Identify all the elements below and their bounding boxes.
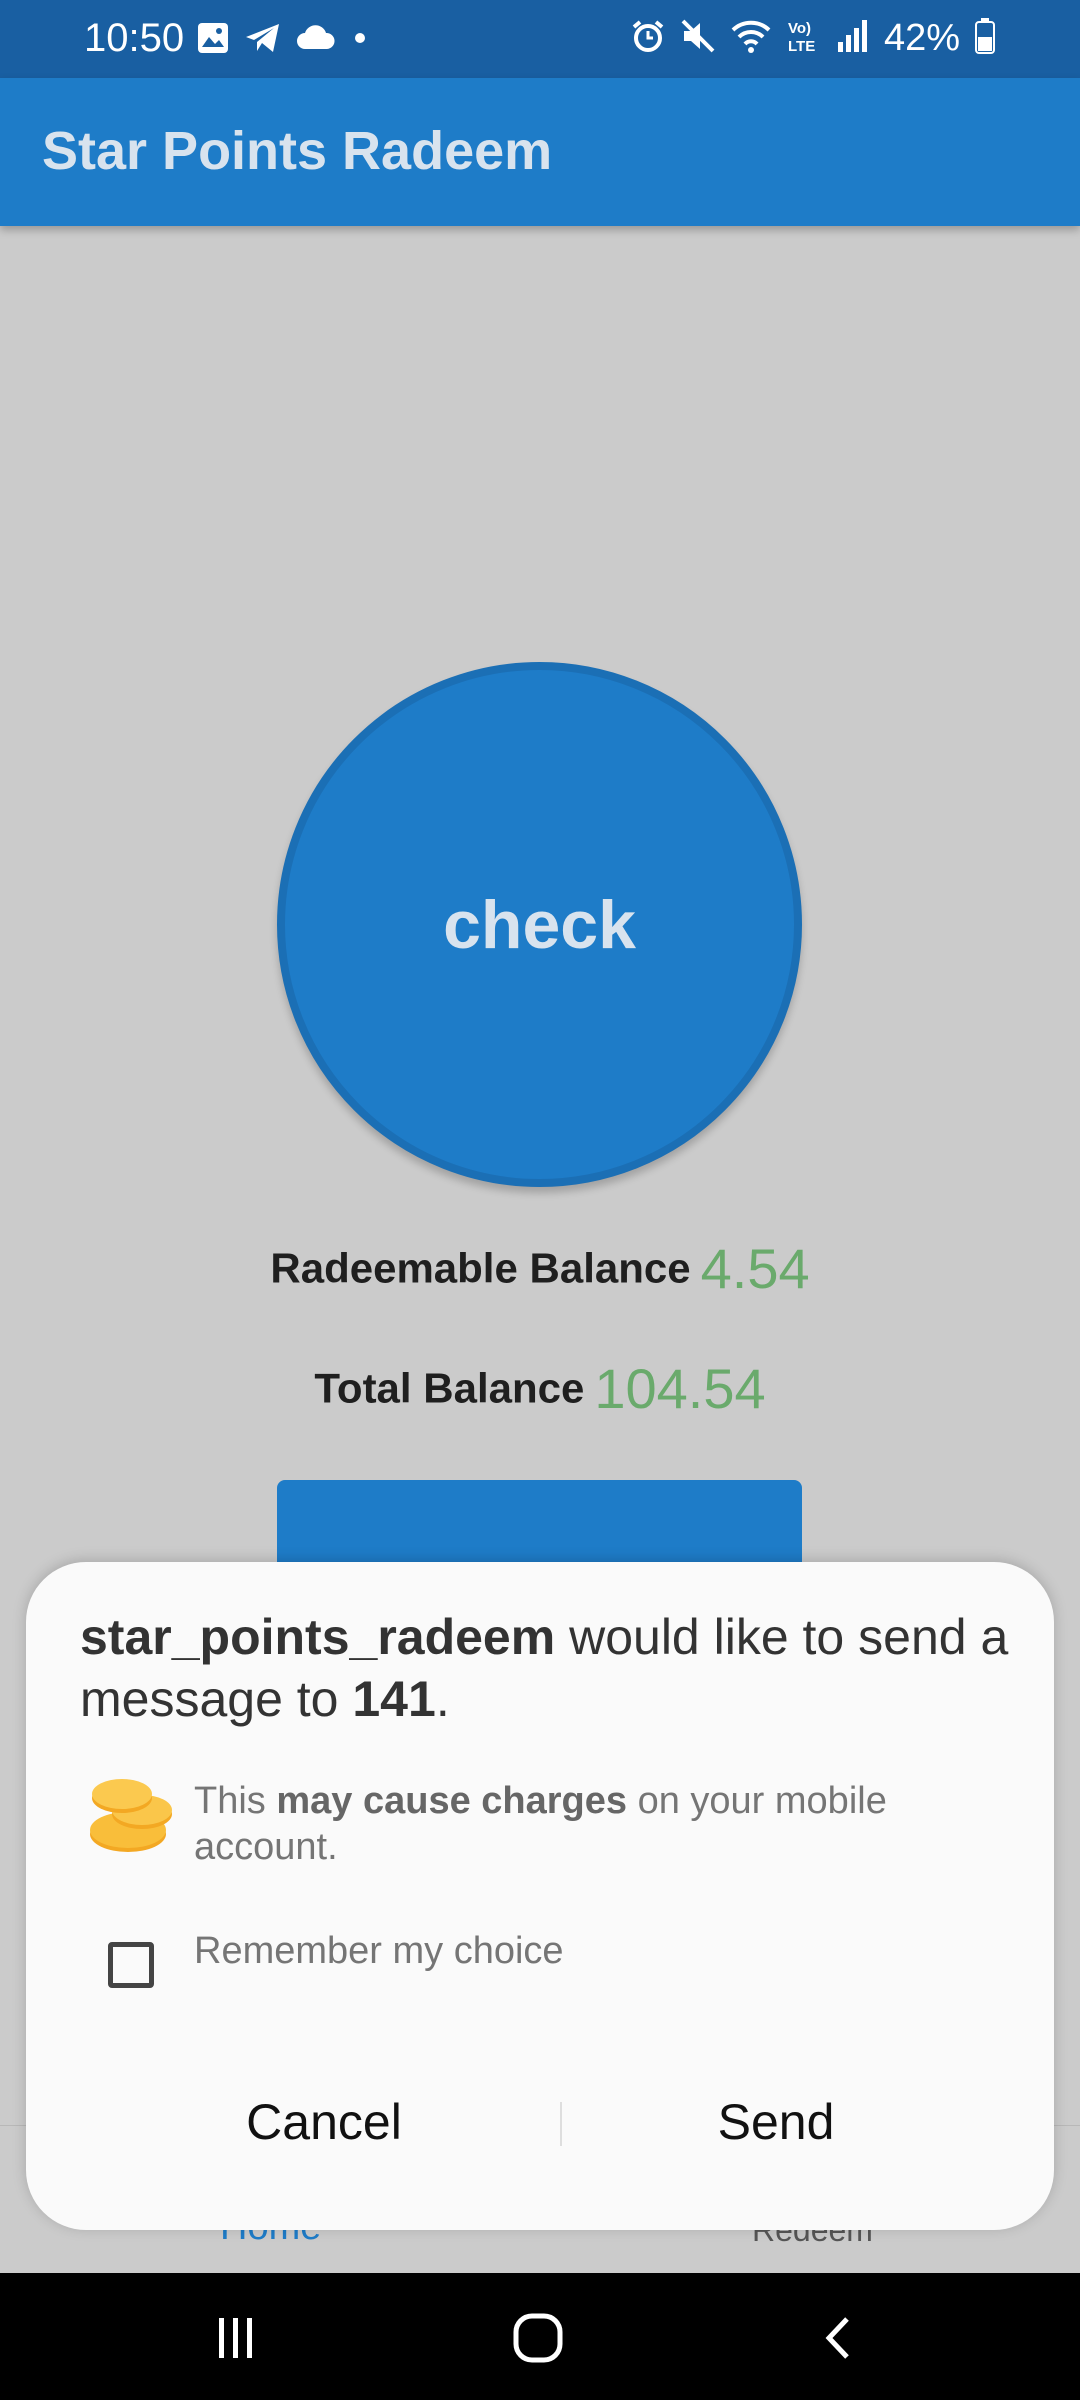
- signal-icon: [836, 18, 870, 59]
- dialog-message: star_points_radeem would like to send a …: [80, 1606, 1010, 1730]
- remember-choice-label[interactable]: Remember my choice: [194, 1928, 564, 1974]
- back-button[interactable]: [800, 2303, 880, 2373]
- app-bar: Star Points Radeem: [0, 78, 1080, 226]
- wifi-icon: [730, 18, 772, 59]
- remember-choice-checkbox[interactable]: [108, 1942, 154, 1988]
- charges-bold: may cause charges: [276, 1780, 628, 1822]
- recents-icon: [219, 2318, 252, 2358]
- cancel-button[interactable]: Cancel: [124, 2082, 524, 2162]
- button-divider: [560, 2102, 562, 2146]
- cloud-icon: [296, 23, 336, 58]
- mute-icon: [680, 18, 716, 59]
- status-bar: 10:50 Vo) LTE 42%: [0, 0, 1080, 78]
- gallery-icon: [196, 21, 230, 60]
- status-left-icons: [196, 20, 370, 60]
- system-nav-bar: [0, 2273, 1080, 2400]
- dialog-msg-end: .: [435, 1671, 450, 1727]
- charges-warning: This may cause charges on your mobile ac…: [194, 1778, 1024, 1870]
- home-button[interactable]: [498, 2303, 578, 2373]
- total-balance-row: Total Balance 104.54: [0, 1356, 1080, 1421]
- telegram-icon: [244, 21, 282, 60]
- redeemable-balance-row: Radeemable Balance 4.54: [0, 1236, 1080, 1301]
- send-button[interactable]: Send: [576, 2082, 976, 2162]
- recent-apps-button[interactable]: [196, 2303, 276, 2373]
- dialog-recipient: 141: [352, 1671, 436, 1727]
- charges-prefix: This: [194, 1780, 277, 1822]
- status-time: 10:50: [84, 16, 185, 60]
- svg-text:LTE: LTE: [788, 38, 815, 55]
- redeemable-balance-value: 4.54: [700, 1237, 810, 1300]
- redeemable-balance-label: Radeemable Balance: [270, 1244, 691, 1292]
- svg-text:Vo): Vo): [788, 20, 811, 37]
- total-balance-label: Total Balance: [314, 1364, 585, 1412]
- total-balance-value: 104.54: [594, 1357, 766, 1420]
- back-icon: [825, 2317, 849, 2359]
- battery-percent: 42%: [883, 17, 960, 59]
- check-button[interactable]: check: [277, 662, 802, 1187]
- dialog-app-name: star_points_radeem: [80, 1609, 556, 1665]
- sms-permission-dialog: star_points_radeem would like to send a …: [26, 1562, 1054, 2230]
- home-icon: [513, 2313, 563, 2363]
- check-button-label: check: [443, 886, 636, 963]
- alarm-icon: [630, 18, 666, 59]
- status-right-icons: Vo) LTE 42%: [630, 16, 996, 60]
- battery-icon: [974, 17, 996, 60]
- coins-icon: [86, 1776, 176, 1860]
- volte-icon: Vo) LTE: [786, 17, 822, 60]
- dot-icon: [350, 28, 370, 53]
- app-title: Star Points Radeem: [42, 121, 553, 181]
